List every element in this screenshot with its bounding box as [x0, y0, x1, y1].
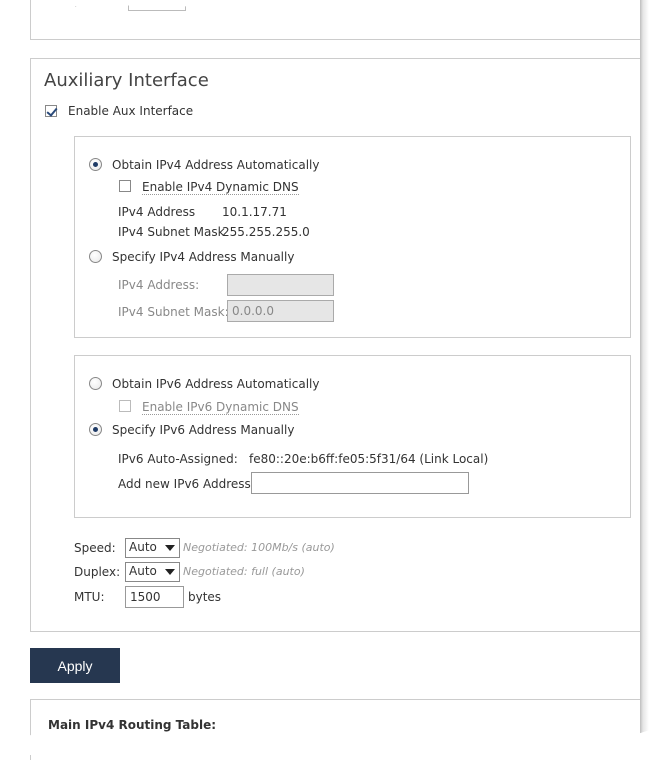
- page-shadow: [640, 0, 649, 754]
- speed-label: Speed:: [74, 541, 116, 555]
- ipv4-mask-value: 255.255.255.0: [222, 225, 310, 239]
- speed-negotiated: Negotiated: 100Mb/s (auto): [183, 541, 335, 554]
- chevron-down-icon: [165, 545, 175, 551]
- aux-interface-section: Auxiliary Interface Enable Aux Interface…: [30, 58, 642, 632]
- duplex-select[interactable]: Auto: [125, 562, 180, 582]
- duplex-label: Duplex:: [74, 565, 121, 579]
- ipv4-address-label: IPv4 Address: [118, 205, 196, 219]
- ipv6-auto-label: Obtain IPv6 Address Automatically: [112, 377, 320, 391]
- aux-interface-title: Auxiliary Interface: [44, 70, 209, 91]
- ipv6-dyndns-checkbox[interactable]: [119, 400, 131, 412]
- ipv6-add-input[interactable]: [251, 472, 469, 494]
- ipv4-mask-input[interactable]: [227, 300, 334, 322]
- ipv4-box: Obtain IPv4 Address Automatically Enable…: [74, 136, 631, 338]
- ipv4-address-value: 10.1.17.71: [222, 205, 287, 219]
- ipv4-dyndns-checkbox[interactable]: [119, 180, 131, 192]
- ipv6-add-label: Add new IPv6 Address:: [118, 477, 255, 491]
- duplex-negotiated: Negotiated: full (auto): [183, 565, 305, 578]
- mtu-unit: bytes: [188, 590, 222, 604]
- speed-select-value: Auto: [129, 540, 157, 554]
- enable-aux-label: Enable Aux Interface: [68, 104, 194, 118]
- ipv4-mask-label: IPv4 Subnet Mask: [118, 225, 225, 239]
- ipv6-box: Obtain IPv6 Address Automatically Enable…: [74, 355, 631, 518]
- ipv6-auto-assigned-value: fe80::20e:b6ff:fe05:5f31/64 (Link Local): [249, 452, 489, 466]
- ipv6-manual-radio[interactable]: [89, 423, 102, 436]
- ipv4-auto-radio[interactable]: [89, 158, 102, 171]
- ipv4-manual-radio[interactable]: [89, 250, 102, 263]
- ipv4-dyndns-label: Enable IPv4 Dynamic DNS: [142, 180, 299, 195]
- ipv4-address-input[interactable]: [227, 274, 334, 296]
- mtu-label: MTU:: [74, 590, 105, 604]
- speed-select[interactable]: Auto: [125, 538, 180, 558]
- ipv4-manual-label: Specify IPv4 Address Manually: [112, 250, 295, 264]
- duplex-select-value: Auto: [129, 564, 157, 578]
- ipv4-auto-label: Obtain IPv4 Address Automatically: [112, 158, 320, 172]
- mtu-input[interactable]: [125, 586, 184, 608]
- chevron-down-icon: [165, 569, 175, 575]
- page-frame: Trus Auxiliary Interface Enable Aux Inte…: [0, 0, 642, 760]
- ipv4-manual-address-label: IPv4 Address:: [118, 278, 200, 292]
- ipv4-manual-mask-label: IPv4 Subnet Mask:: [118, 305, 229, 319]
- ipv6-dyndns-label: Enable IPv6 Dynamic DNS: [142, 400, 299, 415]
- apply-button[interactable]: Apply: [30, 648, 120, 683]
- ipv6-auto-radio[interactable]: [89, 377, 102, 390]
- ipv6-manual-label: Specify IPv6 Address Manually: [112, 423, 295, 437]
- enable-aux-checkbox[interactable]: [45, 105, 57, 117]
- ipv6-auto-assigned-label: IPv6 Auto-Assigned:: [118, 452, 238, 466]
